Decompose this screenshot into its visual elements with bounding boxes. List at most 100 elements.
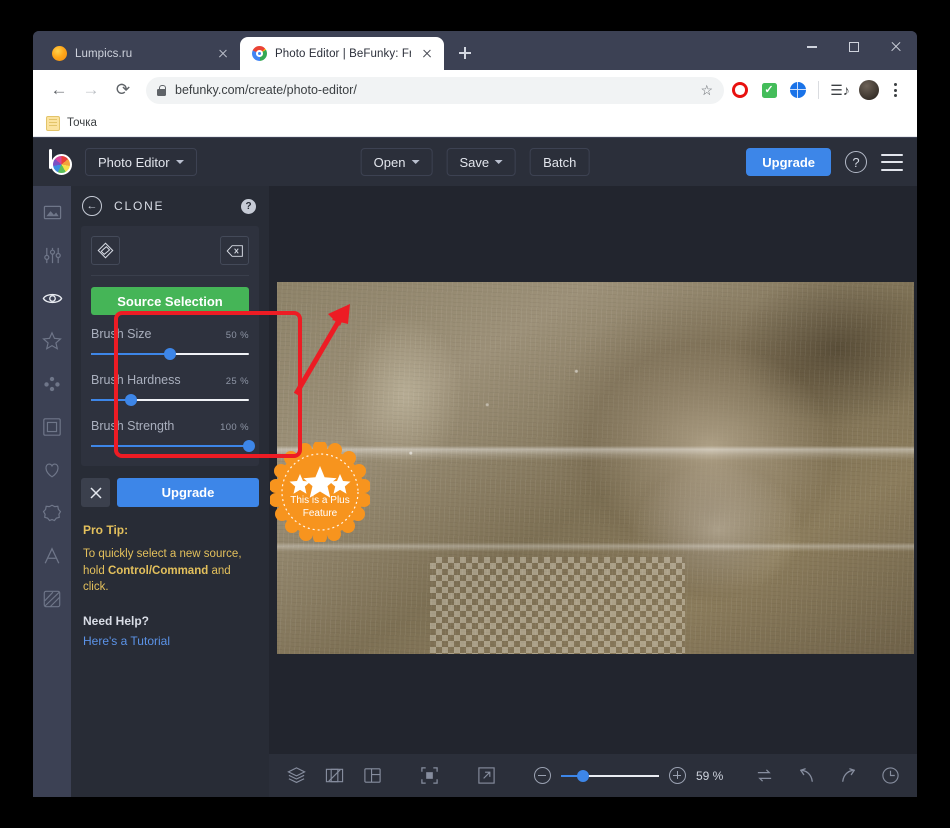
close-icon[interactable] <box>419 46 435 62</box>
fullscreen-icon[interactable] <box>477 765 496 787</box>
header-menu-group: Open Save Batch <box>360 148 590 176</box>
batch-button[interactable]: Batch <box>530 148 590 176</box>
back-circle-icon[interactable]: ← <box>82 196 102 216</box>
zoom-slider[interactable] <box>561 769 659 782</box>
brush-hardness-slider[interactable]: Brush Hardness 25 % <box>91 373 249 406</box>
letter-a-icon[interactable] <box>40 544 64 568</box>
blue-globe-extension-icon[interactable] <box>785 77 811 103</box>
browser-tab-lumpics[interactable]: Lumpics.ru <box>40 37 240 70</box>
photo-canvas[interactable] <box>277 282 914 654</box>
badge-line-1: This is a Plus <box>290 495 350 506</box>
open-label: Open <box>373 154 406 170</box>
panels-icon[interactable] <box>363 765 382 787</box>
close-window-button[interactable] <box>875 31 917 63</box>
slider-thumb[interactable] <box>164 348 176 360</box>
pro-tip-body: To quickly select a new source, hold Con… <box>83 546 257 596</box>
slider-track[interactable] <box>91 394 249 406</box>
editor-mode-dropdown[interactable]: Photo Editor <box>85 148 197 176</box>
browser-toolbar: ← → ⟳ befunky.com/create/photo-editor/ ☆… <box>33 70 917 110</box>
window-controls <box>791 31 917 63</box>
slider-thumb[interactable] <box>124 394 137 406</box>
pro-tip-section: Pro Tip: To quickly select a new source,… <box>83 523 257 648</box>
sliders-icon[interactable] <box>40 243 64 267</box>
panel-header: ← CLONE ? <box>71 186 269 226</box>
slider-track[interactable] <box>91 440 255 452</box>
badge-icon[interactable] <box>40 501 64 525</box>
bookmarks-bar: Точка <box>33 110 917 137</box>
new-tab-button[interactable] <box>451 39 479 67</box>
open-button[interactable]: Open <box>360 148 433 176</box>
heart-icon[interactable] <box>40 458 64 482</box>
lumpics-favicon <box>52 46 67 61</box>
zoom-level-label: 59 % <box>696 768 724 783</box>
pro-tip-line-1: To quickly select a new source, <box>83 548 242 560</box>
question-mark-icon[interactable]: ? <box>845 151 867 173</box>
clone-controls-card: Source Selection Brush Size 50 % Brush H… <box>81 226 259 466</box>
befunky-logo[interactable] <box>47 149 73 175</box>
panel-upgrade-button[interactable]: Upgrade <box>117 478 259 507</box>
minimize-button[interactable] <box>791 31 833 63</box>
eraser-icon[interactable] <box>220 236 249 265</box>
redo-icon[interactable] <box>837 765 859 787</box>
green-check-extension-icon[interactable]: ✓ <box>756 77 782 103</box>
avatar[interactable] <box>856 77 882 103</box>
image-icon[interactable] <box>40 200 64 224</box>
panel-actions: Upgrade <box>81 478 259 507</box>
app-header: Photo Editor Open Save Batch Upgrade ? <box>33 138 917 186</box>
tab-title: Photo Editor | BeFunky: Free Onli <box>275 47 411 60</box>
pro-tip-title: Pro Tip: <box>83 523 129 537</box>
reload-icon[interactable]: ⟳ <box>108 75 138 105</box>
badge-text: This is a Plus Feature <box>270 442 370 542</box>
close-icon[interactable] <box>215 46 231 62</box>
source-selection-button[interactable]: Source Selection <box>91 287 249 315</box>
maximize-button[interactable] <box>833 31 875 63</box>
texture-icon[interactable] <box>40 587 64 611</box>
star-icon[interactable] <box>40 329 64 353</box>
browser-tab-strip: Lumpics.ru Photo Editor | BeFunky: Free … <box>33 31 917 70</box>
save-label: Save <box>459 154 490 170</box>
canvas-area[interactable]: This is a Plus Feature 59 % <box>269 186 917 797</box>
browser-tab-befunky[interactable]: Photo Editor | BeFunky: Free Onli <box>240 37 444 70</box>
back-arrow-icon[interactable]: ← <box>44 75 74 105</box>
save-button[interactable]: Save <box>446 148 517 176</box>
chrome-favicon <box>252 46 267 61</box>
bottom-toolbar-right <box>753 765 901 787</box>
brush-size-value: 50 % <box>225 330 249 341</box>
kebab-menu-icon[interactable] <box>884 79 906 101</box>
dots-cluster-icon[interactable] <box>40 372 64 396</box>
reading-list-icon[interactable]: ☰♪ <box>827 77 853 103</box>
opera-extension-icon[interactable] <box>727 77 753 103</box>
close-x-icon[interactable] <box>81 478 110 507</box>
lock-icon <box>157 84 167 96</box>
pro-tip-shortcut: Control/Command <box>107 564 209 577</box>
pro-tip-line-2-pre: hold <box>83 564 108 577</box>
fit-to-screen-icon[interactable] <box>420 765 439 787</box>
brush-size-label: Brush Size <box>91 327 152 341</box>
layers-icon[interactable] <box>287 765 306 787</box>
brush-size-slider[interactable]: Brush Size 50 % <box>91 327 249 360</box>
slider-thumb[interactable] <box>243 440 255 452</box>
bookmark-item-label[interactable]: Точка <box>67 117 97 129</box>
star-icon[interactable]: ☆ <box>700 82 713 99</box>
zoom-in-icon[interactable] <box>669 767 686 784</box>
frame-icon[interactable] <box>40 415 64 439</box>
zoom-slider-thumb[interactable] <box>576 769 589 782</box>
question-mark-icon[interactable]: ? <box>241 198 256 214</box>
brush-strength-slider[interactable]: Brush Strength 100 % <box>91 419 255 452</box>
undo-icon[interactable] <box>795 765 817 787</box>
address-bar[interactable]: befunky.com/create/photo-editor/ ☆ <box>146 76 724 104</box>
tutorial-link[interactable]: Here's a Tutorial <box>83 634 257 648</box>
history-icon[interactable] <box>879 765 901 787</box>
compare-icon[interactable] <box>325 765 344 787</box>
tab-title: Lumpics.ru <box>75 47 133 60</box>
brush-hardness-value: 25 % <box>225 376 249 387</box>
zoom-out-icon[interactable] <box>534 767 551 784</box>
stamp-icon[interactable] <box>91 236 120 265</box>
app-body: ← CLONE ? Source Selection Brush Size 50… <box>33 186 917 797</box>
sync-icon[interactable] <box>753 765 775 787</box>
eye-icon[interactable] <box>40 286 64 310</box>
header-upgrade-button[interactable]: Upgrade <box>746 148 831 176</box>
slider-track[interactable] <box>91 348 249 360</box>
forward-arrow-icon[interactable]: → <box>76 75 106 105</box>
hamburger-menu-icon[interactable] <box>881 153 903 171</box>
